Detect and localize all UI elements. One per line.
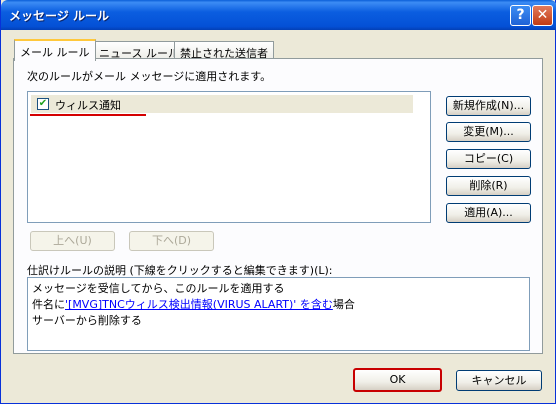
mail-rules-panel: 次のルールがメール メッセージに適用されます。 ✔ ウィルス通知 新規作成(N)… — [13, 58, 543, 354]
message-rules-dialog: メッセージ ルール ? ✕ メール ルール ニュース ルール 禁止された送信者 … — [0, 0, 556, 404]
move-down-button[interactable]: 下へ(D) — [129, 231, 214, 251]
move-up-button[interactable]: 上へ(U) — [30, 231, 115, 251]
close-icon[interactable]: ✕ — [532, 5, 553, 26]
desc-prefix: 件名に — [32, 298, 65, 311]
rule-label: ウィルス通知 — [55, 99, 121, 112]
rule-list[interactable]: ✔ ウィルス通知 — [27, 91, 431, 223]
modify-rule-button[interactable]: 変更(M)... — [446, 122, 531, 142]
rule-description: メッセージを受信してから、このルールを適用する 件名に'[MVG]TNCウィルス… — [27, 277, 530, 351]
description-label: 仕訳けルールの説明 (下線をクリックすると編集できます)(L): — [27, 264, 333, 277]
cancel-button[interactable]: キャンセル — [456, 370, 542, 391]
copy-rule-button[interactable]: コピー(C) — [446, 149, 531, 169]
rule-checkbox[interactable]: ✔ — [37, 98, 49, 110]
desc-line-3: サーバーから削除する — [32, 314, 142, 327]
highlight-underline — [30, 114, 146, 116]
delete-rule-button[interactable]: 削除(R) — [446, 176, 531, 196]
list-item[interactable]: ✔ ウィルス通知 — [31, 95, 413, 113]
rules-header: 次のルールがメール メッセージに適用されます。 — [27, 70, 272, 83]
help-icon[interactable]: ? — [510, 5, 531, 26]
tab-mail-rules[interactable]: メール ルール — [14, 39, 96, 61]
desc-line-1: メッセージを受信してから、このルールを適用する — [32, 282, 285, 295]
title-bar[interactable]: メッセージ ルール ? ✕ — [1, 0, 556, 30]
new-rule-button[interactable]: 新規作成(N)... — [446, 96, 531, 116]
desc-suffix: 場合 — [332, 298, 355, 311]
desc-line-2: 件名に'[MVG]TNCウィルス検出情報(VIRUS ALART)' を含む場合 — [32, 297, 525, 313]
ok-button[interactable]: OK — [353, 368, 442, 392]
subject-condition-link[interactable]: '[MVG]TNCウィルス検出情報(VIRUS ALART)' を含む — [65, 298, 333, 311]
apply-rule-button[interactable]: 適用(A)... — [446, 203, 531, 223]
window-title: メッセージ ルール — [9, 9, 109, 23]
